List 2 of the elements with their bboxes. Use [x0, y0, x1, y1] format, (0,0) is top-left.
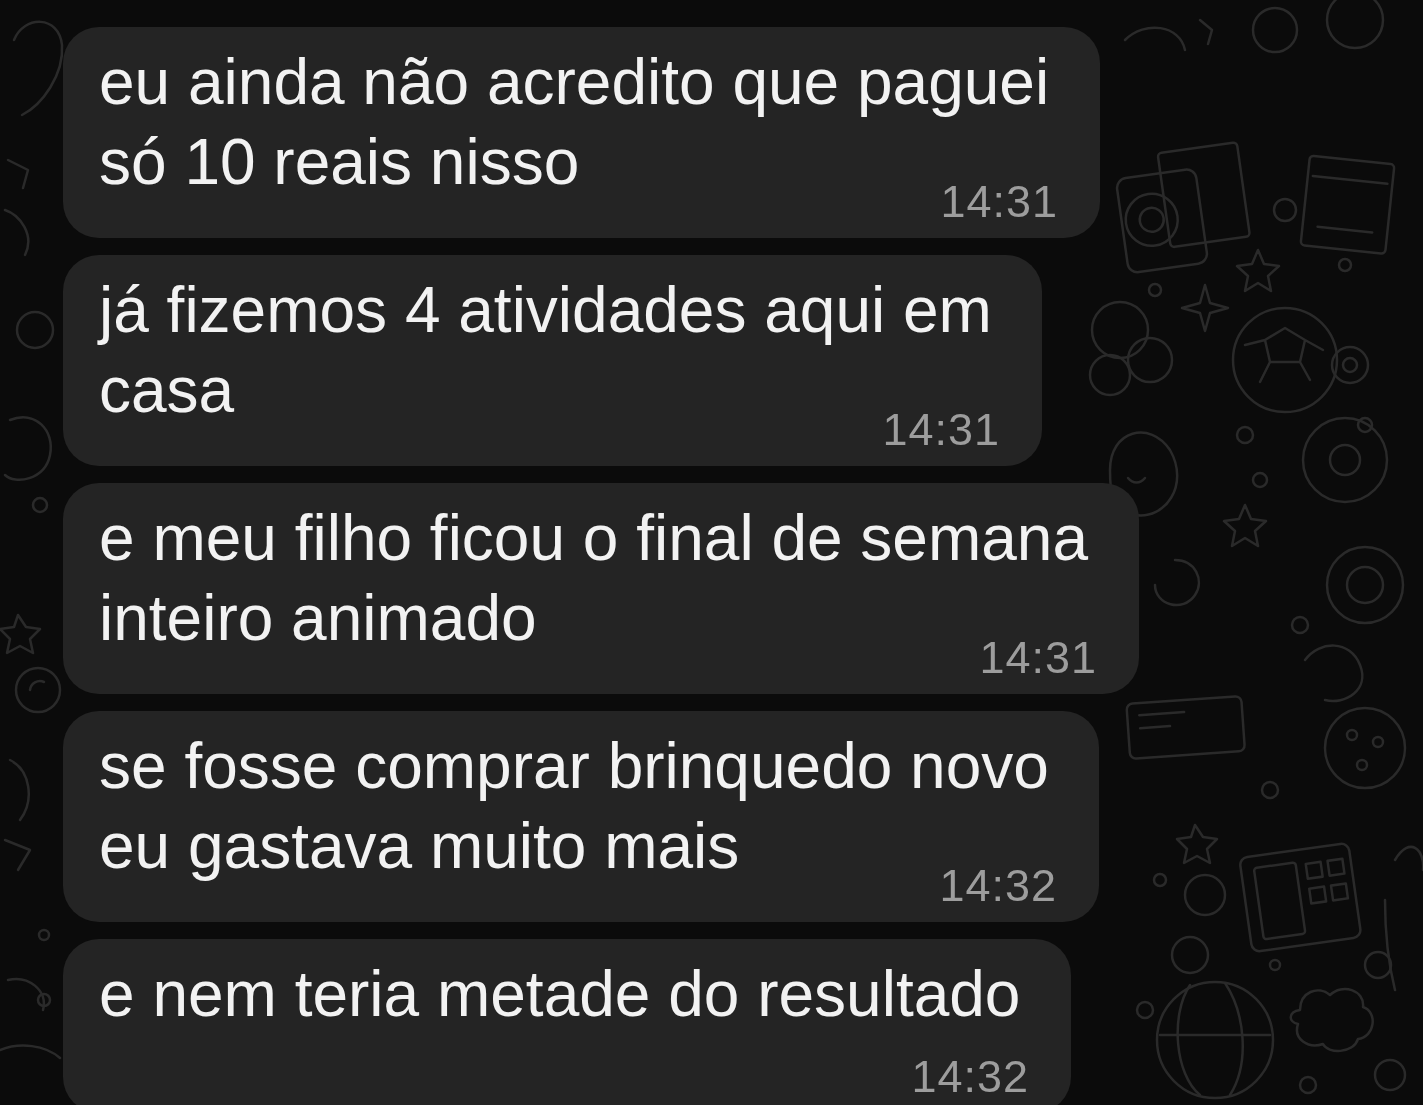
message-timestamp: 14:32 [911, 1054, 1029, 1099]
message-text: e nem teria metade do resultado [99, 958, 1021, 1030]
